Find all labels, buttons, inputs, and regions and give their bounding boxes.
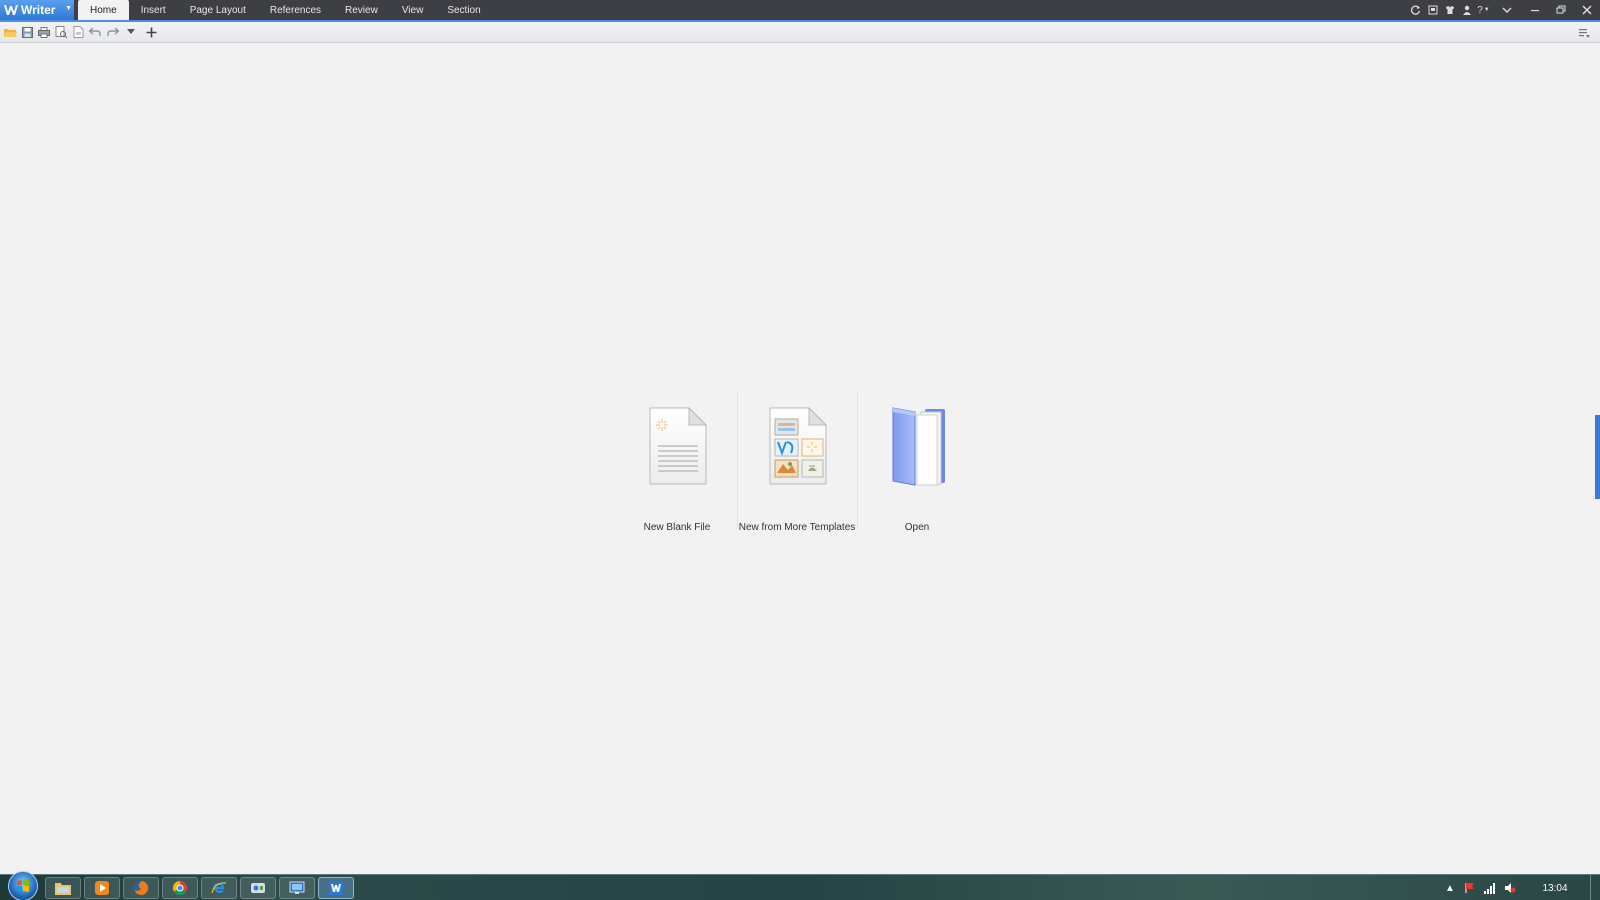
save-icon[interactable] (20, 25, 34, 39)
new-blank-file-label: New Blank File (643, 522, 711, 533)
templates-document-icon (769, 406, 828, 485)
toolbar-menu-icon[interactable] (1578, 26, 1590, 38)
chevron-down-icon: ▼ (65, 5, 72, 12)
wps-writer-icon[interactable] (318, 877, 354, 899)
print-icon[interactable] (37, 25, 51, 39)
tab-section[interactable]: Section (435, 0, 492, 22)
ribbon-collapse-icon[interactable] (1492, 0, 1522, 20)
file-explorer-icon[interactable] (45, 877, 81, 899)
new-blank-file-button[interactable]: New Blank File (617, 392, 737, 542)
internet-explorer-icon[interactable] (201, 877, 237, 899)
start-button[interactable] (8, 871, 38, 900)
tab-insert[interactable]: Insert (129, 0, 178, 22)
control-panel-icon[interactable] (240, 877, 276, 899)
tab-page-layout[interactable]: Page Layout (178, 0, 258, 22)
help-glyph: ? (1477, 4, 1483, 16)
start-page: New Blank File New from More Templates O… (0, 43, 1596, 874)
show-desktop-button[interactable] (1590, 875, 1600, 900)
title-menu-bar: Writer ▼ Home Insert Page Layout Referen… (0, 0, 1600, 22)
system-tray: ▲ 13:04 (1440, 875, 1600, 900)
media-player-icon[interactable] (84, 877, 120, 899)
quick-access-toolbar (0, 22, 1600, 43)
title-bar-controls: ? ▼ (1407, 0, 1600, 20)
firefox-icon[interactable] (123, 877, 159, 899)
windows-taskbar: ▲ 13:04 (0, 871, 1600, 900)
new-from-templates-button[interactable]: New from More Templates (737, 392, 857, 542)
open-label: Open (904, 522, 930, 533)
tab-home[interactable]: Home (78, 0, 129, 22)
open-folder-icon[interactable] (3, 25, 17, 39)
action-center-icon[interactable] (1460, 875, 1480, 900)
show-hidden-icons-icon[interactable]: ▲ (1440, 875, 1460, 900)
clock[interactable]: 13:04 (1520, 883, 1590, 894)
close-icon[interactable] (1574, 0, 1600, 20)
redo-icon[interactable] (106, 25, 120, 39)
refresh-icon[interactable] (1407, 0, 1424, 20)
volume-icon[interactable] (1500, 875, 1520, 900)
customize-dropdown-icon[interactable] (124, 25, 138, 39)
new-tab-plus-icon[interactable] (144, 25, 158, 39)
undo-icon[interactable] (88, 25, 102, 39)
restore-icon[interactable] (1548, 0, 1574, 20)
shirt-icon[interactable] (1441, 0, 1458, 20)
help-icon[interactable]: ? ▼ (1475, 0, 1492, 20)
export-pdf-icon[interactable] (71, 25, 85, 39)
print-preview-icon[interactable] (54, 25, 68, 39)
chrome-icon[interactable] (162, 877, 198, 899)
blank-document-icon (649, 406, 708, 485)
tab-view[interactable]: View (390, 0, 436, 22)
new-from-templates-label: New from More Templates (738, 522, 856, 533)
windows-logo-icon (17, 879, 29, 892)
user-icon[interactable] (1458, 0, 1475, 20)
bookmark-icon[interactable] (1424, 0, 1441, 20)
open-folder-icon (892, 407, 945, 486)
ribbon-tabs: Home Insert Page Layout References Revie… (78, 0, 493, 22)
minimize-icon[interactable] (1522, 0, 1548, 20)
app-name: Writer (21, 3, 56, 17)
open-button[interactable]: Open (857, 392, 977, 542)
network-icon[interactable] (1480, 875, 1500, 900)
app-menu-button[interactable]: Writer ▼ (0, 0, 74, 20)
remote-desktop-icon[interactable] (279, 877, 315, 899)
tab-review[interactable]: Review (333, 0, 390, 22)
writer-logo-icon (4, 5, 18, 15)
side-panel-handle[interactable] (1595, 415, 1600, 499)
tab-references[interactable]: References (258, 0, 333, 22)
